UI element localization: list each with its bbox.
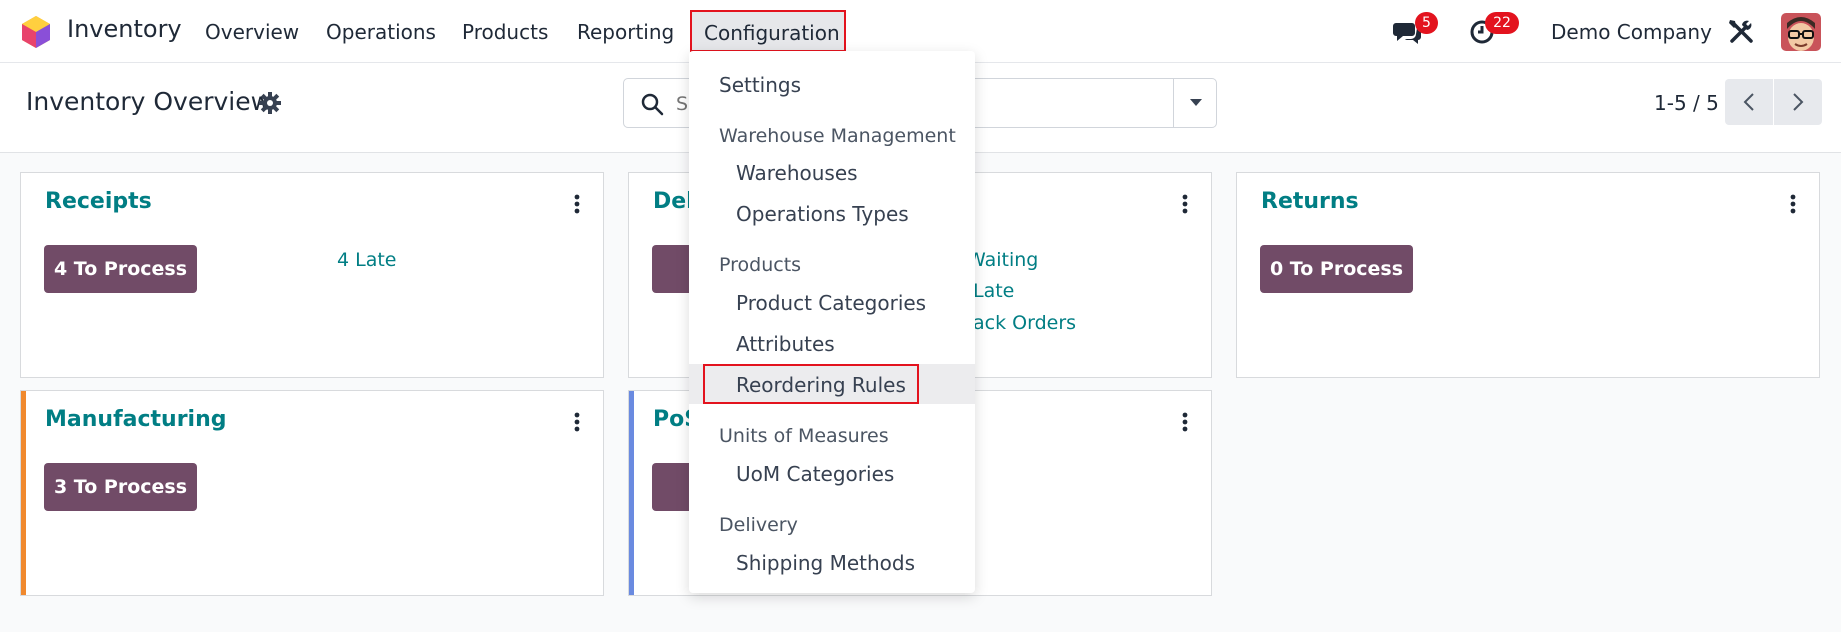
to-process-button[interactable]: 4 To Process	[44, 245, 197, 293]
menu-configuration[interactable]: Configuration	[690, 10, 846, 52]
dropdown-header-uom: Units of Measures	[719, 425, 889, 447]
search-options-toggle[interactable]	[1173, 78, 1217, 128]
pager-value[interactable]: 1-5 / 5	[1654, 91, 1719, 115]
dropdown-item-shipping-methods[interactable]: Shipping Methods	[736, 551, 915, 575]
kebab-menu-icon[interactable]	[1787, 193, 1799, 215]
dropdown-header-warehouse: Warehouse Management	[719, 125, 956, 147]
messages-badge: 5	[1415, 12, 1438, 34]
card-returns: Returns 0 To Process	[1236, 172, 1820, 378]
color-stripe	[629, 391, 634, 595]
dropdown-item-attributes[interactable]: Attributes	[736, 332, 835, 356]
card-receipts: Receipts 4 To Process 4 Late	[20, 172, 604, 378]
dropdown-item-product-categories[interactable]: Product Categories	[736, 291, 926, 315]
late-link[interactable]: 4 Late	[337, 249, 397, 271]
activities-badge: 22	[1485, 12, 1519, 34]
menu-overview[interactable]: Overview	[205, 20, 299, 44]
dropdown-item-operations-types[interactable]: Operations Types	[736, 202, 909, 226]
kebab-menu-icon[interactable]	[571, 193, 583, 215]
late-link[interactable]: Late	[973, 280, 1014, 302]
dropdown-header-delivery: Delivery	[719, 514, 798, 536]
kebab-menu-icon[interactable]	[1179, 411, 1191, 433]
card-title[interactable]: Receipts	[45, 189, 152, 214]
dropdown-item-reordering-rules[interactable]: Reordering Rules	[736, 373, 906, 397]
company-switcher[interactable]: Demo Company	[1551, 20, 1712, 44]
search-icon	[641, 93, 664, 116]
card-manufacturing: Manufacturing 3 To Process	[20, 390, 604, 596]
chevron-left-icon	[1743, 93, 1754, 111]
menu-products[interactable]: Products	[462, 20, 548, 44]
app-name[interactable]: Inventory	[67, 15, 182, 43]
menu-operations[interactable]: Operations	[326, 20, 436, 44]
dropdown-item-warehouses[interactable]: Warehouses	[736, 161, 858, 185]
configuration-dropdown: Settings Warehouse Management Warehouses…	[689, 51, 975, 593]
chevron-right-icon	[1793, 93, 1804, 111]
caret-down-icon	[1190, 99, 1202, 106]
user-avatar[interactable]	[1781, 13, 1821, 51]
back-orders-link[interactable]: ack Orders	[973, 312, 1076, 334]
gear-icon[interactable]	[259, 92, 281, 114]
color-stripe	[21, 391, 26, 595]
to-process-button[interactable]: 3 To Process	[44, 463, 197, 511]
pager-previous-button[interactable]	[1725, 79, 1773, 125]
kebab-menu-icon[interactable]	[1179, 193, 1191, 215]
dropdown-item-uom-categories[interactable]: UoM Categories	[736, 462, 894, 486]
pager-next-button[interactable]	[1774, 79, 1822, 125]
menu-reporting[interactable]: Reporting	[577, 20, 674, 44]
waiting-link[interactable]: Waiting	[967, 249, 1038, 271]
card-title[interactable]: Manufacturing	[45, 407, 227, 432]
to-process-button[interactable]: 0 To Process	[1260, 245, 1413, 293]
dropdown-header-products: Products	[719, 254, 802, 276]
inventory-logo-icon[interactable]	[20, 15, 52, 49]
page-title: Inventory Overview	[26, 87, 272, 116]
card-title[interactable]: Del	[653, 189, 694, 214]
dropdown-item-settings[interactable]: Settings	[719, 73, 801, 97]
card-title[interactable]: Returns	[1261, 189, 1359, 214]
tools-icon[interactable]	[1727, 17, 1757, 47]
kebab-menu-icon[interactable]	[571, 411, 583, 433]
